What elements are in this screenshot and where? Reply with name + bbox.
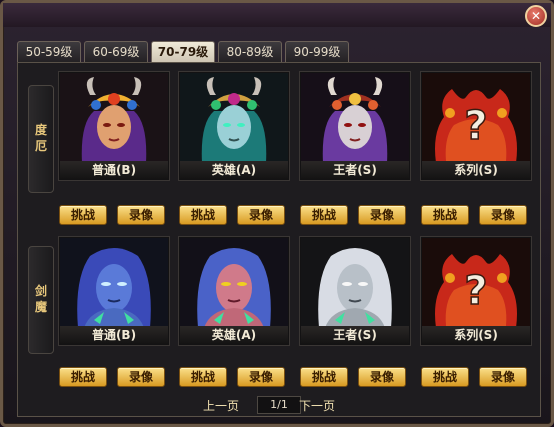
replay-button[interactable]: 录像 [479,367,527,387]
boss-name: 系列(S) [422,161,530,179]
question-mark-icon: ? [464,268,487,314]
level-tabs: 50-59级 60-69级 70-79级 80-89级 90-99级 [17,41,349,62]
boss-name: 英雄(A) [180,161,288,179]
dungeon-window: ✕ 50-59级 60-69级 70-79级 80-89级 90-99级 度 厄… [0,0,554,427]
challenge-button[interactable]: 挑战 [421,367,469,387]
challenge-button[interactable]: 挑战 [300,205,348,225]
tab-50-59[interactable]: 50-59级 [17,41,81,62]
boss-card[interactable]: ? 系列(S) [420,71,532,181]
demon-queen-portrait [301,73,409,163]
replay-button[interactable]: 录像 [358,367,406,387]
demon-queen-portrait [60,73,168,163]
boss-card[interactable]: 英雄(A) [178,236,290,346]
tab-90-99[interactable]: 90-99级 [285,41,349,62]
boss-card[interactable]: 王者(S) [299,71,411,181]
row-label-char: 度 [34,123,47,137]
boss-card[interactable]: 普通(B) [58,236,170,346]
boss-name: 王者(S) [301,161,409,179]
row-label-char: 魔 [34,300,47,314]
challenge-button[interactable]: 挑战 [179,367,227,387]
question-mark-icon: ? [464,103,487,149]
sword-demon-portrait [60,238,168,328]
sword-demon-portrait [301,238,409,328]
boss-name: 普通(B) [60,326,168,344]
replay-button[interactable]: 录像 [117,367,165,387]
challenge-button[interactable]: 挑战 [300,367,348,387]
prev-page-link[interactable]: 上一页 [203,397,239,414]
boss-card[interactable]: ? 系列(S) [420,236,532,346]
close-button[interactable]: ✕ [525,5,547,27]
challenge-button[interactable]: 挑战 [59,205,107,225]
boss-name: 英雄(A) [180,326,288,344]
replay-button[interactable]: 录像 [117,205,165,225]
row-label-char: 剑 [34,284,47,298]
page-indicator: 1/1 [257,396,301,414]
tab-60-69[interactable]: 60-69级 [84,41,148,62]
replay-button[interactable]: 录像 [237,367,285,387]
title-bar [3,3,551,27]
boss-card[interactable]: 王者(S) [299,236,411,346]
challenge-button[interactable]: 挑战 [421,205,469,225]
boss-card[interactable]: 普通(B) [58,71,170,181]
row-label-1: 度 厄 [28,85,54,193]
mystery-boss-portrait: ? [422,73,530,163]
next-page-link[interactable]: 下一页 [299,397,335,414]
pagination: 上一页 1/1 下一页 [17,395,541,415]
challenge-button[interactable]: 挑战 [59,367,107,387]
boss-panel: 度 厄 剑 魔 普通(B) 英雄(A) 王者(S) ? 系列(S) 挑战 录像 … [17,62,541,417]
boss-name: 普通(B) [60,161,168,179]
row-label-2: 剑 魔 [28,246,54,354]
boss-name: 系列(S) [422,326,530,344]
sword-demon-portrait [180,238,288,328]
challenge-button[interactable]: 挑战 [179,205,227,225]
replay-button[interactable]: 录像 [237,205,285,225]
tab-70-79[interactable]: 70-79级 [151,41,215,62]
mystery-boss-portrait: ? [422,238,530,328]
replay-button[interactable]: 录像 [358,205,406,225]
boss-card[interactable]: 英雄(A) [178,71,290,181]
demon-queen-portrait [180,73,288,163]
replay-button[interactable]: 录像 [479,205,527,225]
boss-name: 王者(S) [301,326,409,344]
row-label-char: 厄 [34,139,47,153]
tab-80-89[interactable]: 80-89级 [218,41,282,62]
